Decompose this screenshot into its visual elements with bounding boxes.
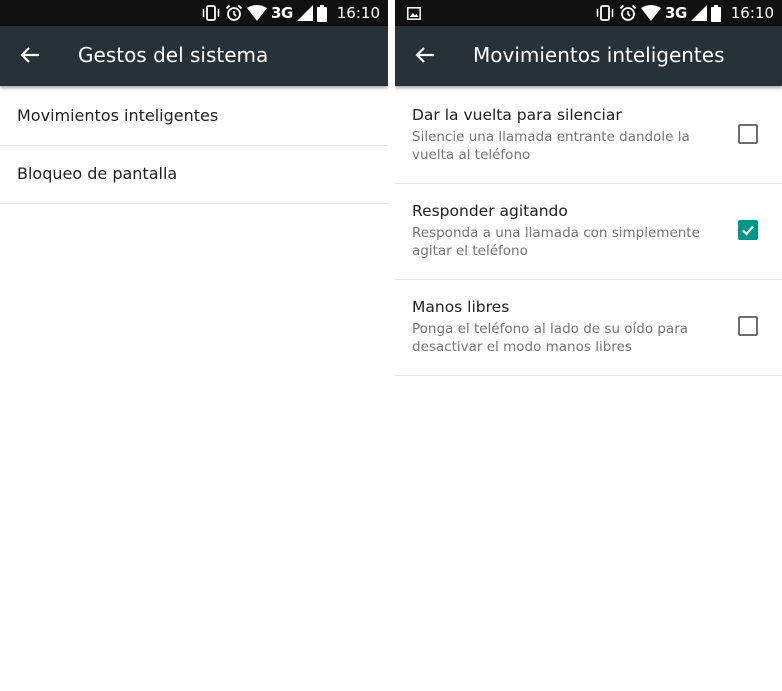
pref-title: Responder agitando <box>412 202 568 220</box>
status-icons: 3G 16:10 <box>201 3 380 23</box>
settings-list: Movimientos inteligentes Bloqueo de pant… <box>0 88 388 204</box>
wifi-icon <box>641 5 662 21</box>
status-bar: 3G 16:10 <box>0 0 388 26</box>
screen-gestos-del-sistema: 3G 16:10 Gestos del sistema Movimientos … <box>0 0 388 691</box>
pref-summary: Responda a una llamada con simplemente a… <box>412 225 700 259</box>
vibrate-icon <box>595 5 615 21</box>
checkbox-checked[interactable] <box>738 220 758 240</box>
screen-movimientos-inteligentes: 3G 16:10 Movimientos inteligentes Dar la… <box>395 0 782 691</box>
list-item-label: Movimientos inteligentes <box>17 106 219 125</box>
app-bar: Movimientos inteligentes <box>395 26 782 86</box>
network-type: 3G <box>271 4 293 22</box>
status-icons: 3G 16:10 <box>595 3 774 23</box>
status-bar: 3G 16:10 <box>395 0 782 26</box>
clock: 16:10 <box>730 4 774 22</box>
page-title: Movimientos inteligentes <box>473 43 725 67</box>
network-type: 3G <box>665 4 687 22</box>
list-item-movimientos-inteligentes[interactable]: Movimientos inteligentes <box>0 88 388 146</box>
pref-summary: Ponga el teléfono al lado de su oído par… <box>412 321 689 355</box>
screen-divider <box>388 0 395 691</box>
wifi-icon <box>247 5 268 21</box>
battery-icon <box>710 4 721 22</box>
pref-title: Manos libres <box>412 298 510 316</box>
checkbox-unchecked[interactable] <box>738 316 758 336</box>
page-title: Gestos del sistema <box>78 43 269 67</box>
list-item-bloqueo-de-pantalla[interactable]: Bloqueo de pantalla <box>0 146 388 204</box>
image-notification-icon <box>407 6 421 24</box>
vibrate-icon <box>201 5 221 21</box>
pref-responder-agitando[interactable]: Responder agitando Responda a una llamad… <box>395 184 782 280</box>
alarm-icon <box>619 4 637 22</box>
checkbox-unchecked[interactable] <box>738 124 758 144</box>
clock: 16:10 <box>336 4 380 22</box>
alarm-icon <box>225 4 243 22</box>
pref-title: Dar la vuelta para silenciar <box>412 106 622 124</box>
checkmark-icon <box>742 225 754 236</box>
signal-icon <box>296 5 313 21</box>
signal-icon <box>690 5 707 21</box>
back-arrow-icon[interactable] <box>415 46 435 68</box>
back-arrow-icon[interactable] <box>20 46 40 68</box>
pref-manos-libres[interactable]: Manos libres Ponga el teléfono al lado d… <box>395 280 782 376</box>
preferences-list: Dar la vuelta para silenciar Silencie un… <box>395 88 782 376</box>
pref-dar-la-vuelta-para-silenciar[interactable]: Dar la vuelta para silenciar Silencie un… <box>395 88 782 184</box>
battery-icon <box>316 4 327 22</box>
app-bar: Gestos del sistema <box>0 26 388 86</box>
pref-summary: Silencie una llamada entrante dandole la… <box>412 129 690 163</box>
list-item-label: Bloqueo de pantalla <box>17 164 178 183</box>
